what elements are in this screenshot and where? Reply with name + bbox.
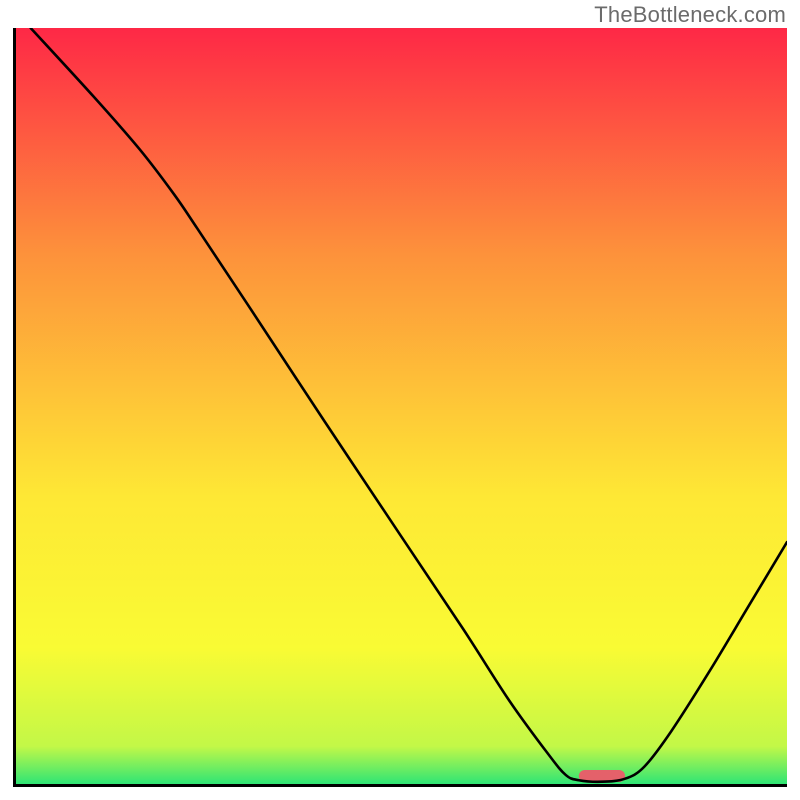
watermark-text: TheBottleneck.com: [594, 2, 786, 28]
chart-container: [13, 28, 787, 787]
chart-svg: [16, 28, 787, 784]
